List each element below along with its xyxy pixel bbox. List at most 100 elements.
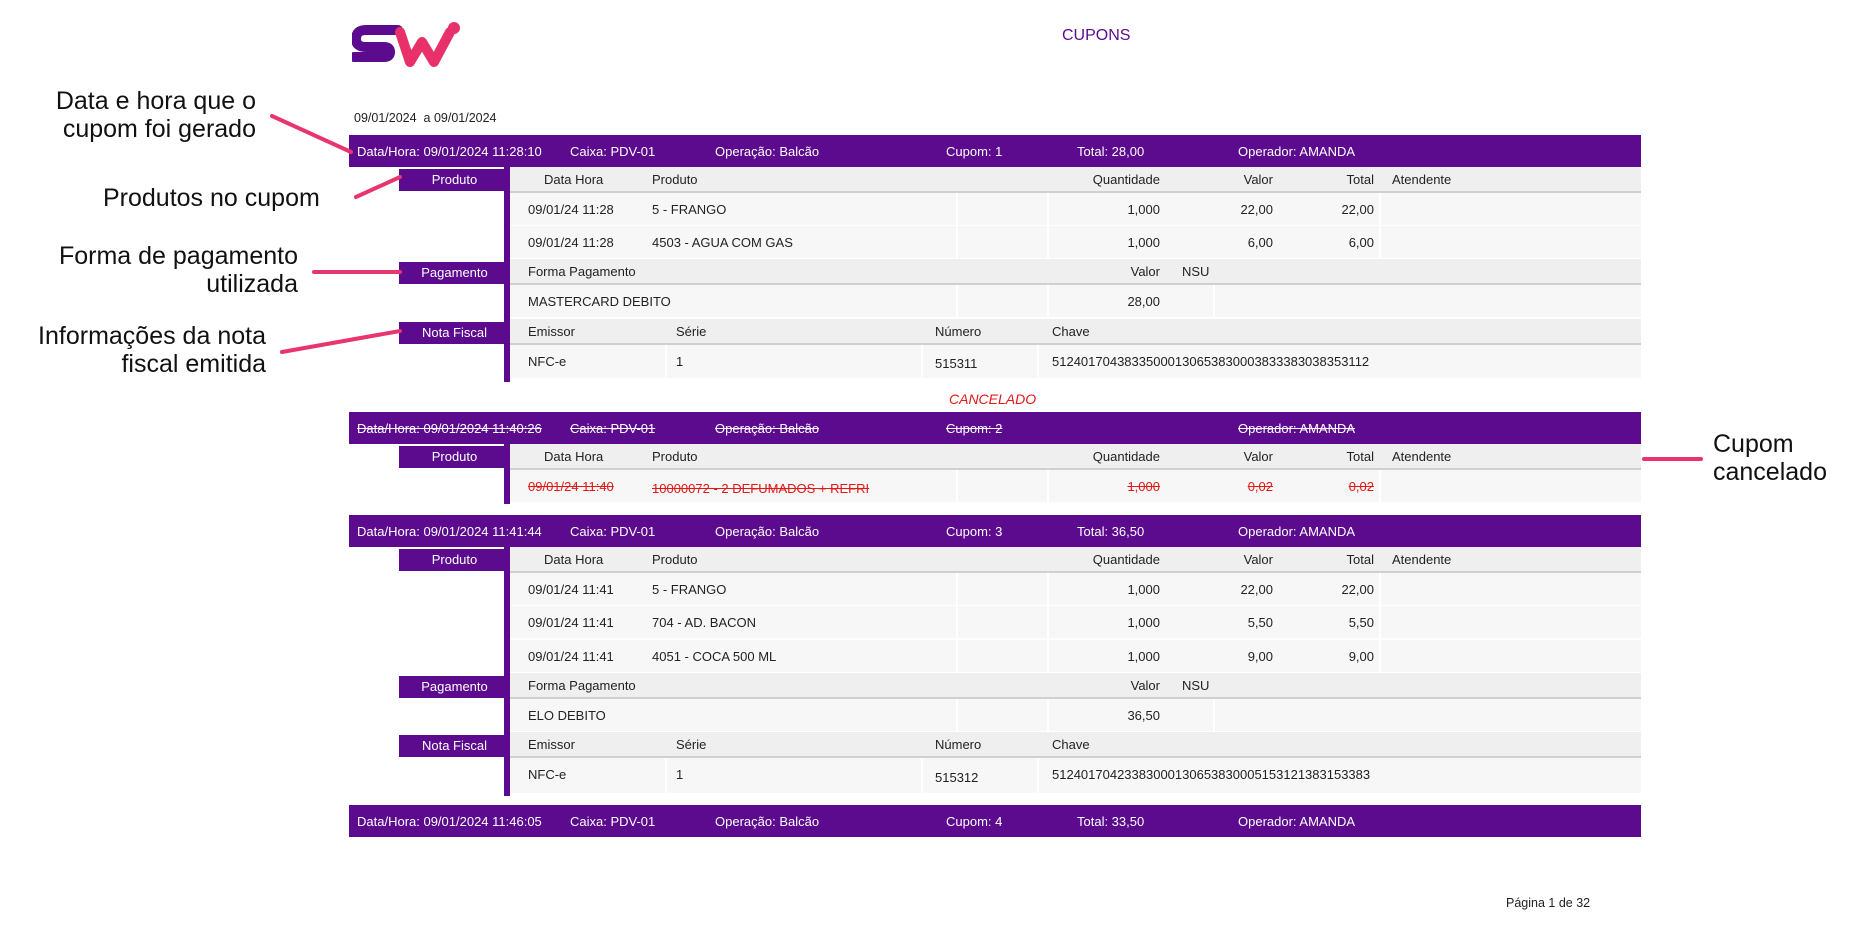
column-divider xyxy=(1379,640,1381,672)
bar-caixa: Caixa: PDV-01 xyxy=(570,524,656,539)
table-row: 09/01/24 11:41 5 - FRANGO 1,000 22,00 22… xyxy=(510,573,1641,606)
col-serie: Série xyxy=(676,324,707,339)
cell-valor: 22,00 xyxy=(1240,582,1273,597)
column-divider xyxy=(665,758,667,793)
table-row: 09/01/24 11:28 5 - FRANGO 1,000 22,00 22… xyxy=(510,193,1641,226)
col-chave: Chave xyxy=(1052,737,1090,752)
table-row: NFC-e 1 515312 5124017042338300013065383… xyxy=(510,758,1641,794)
nota-header: Emissor Série Número Chave xyxy=(510,732,1641,758)
section-label-nota-fiscal: Nota Fiscal xyxy=(399,322,510,344)
date-separator: a xyxy=(423,111,431,125)
cupom-header-bar-cancelado: Data/Hora: 09/01/2024 11:40:26 Caixa: PD… xyxy=(349,412,1641,444)
col-numero: Número xyxy=(935,324,982,339)
column-divider xyxy=(1047,226,1049,258)
date-range: 09/01/2024 a 09/01/2024 xyxy=(354,111,497,125)
report-title: CUPONS xyxy=(1062,27,1131,44)
col-forma-pagamento: Forma Pagamento xyxy=(528,264,636,279)
col-quantidade: Quantidade xyxy=(1092,552,1160,567)
column-divider xyxy=(665,345,667,378)
cell-total: 22,00 xyxy=(1341,202,1374,217)
cell-forma-pagamento: MASTERCARD DEBITO xyxy=(528,294,671,309)
column-divider xyxy=(1379,606,1381,638)
column-divider xyxy=(1047,285,1049,317)
cell-valor: 6,00 xyxy=(1247,235,1273,250)
col-produto: Produto xyxy=(652,449,698,464)
col-valor: Valor xyxy=(1243,172,1273,187)
col-total: Total xyxy=(1346,172,1374,187)
bar-operacao: Operação: Balcão xyxy=(715,144,820,159)
bar-total: Total: 28,00 xyxy=(1077,144,1145,159)
column-divider xyxy=(1047,606,1049,638)
column-divider xyxy=(1037,758,1039,793)
bar-operacao: Operação: Balcão xyxy=(715,421,820,436)
column-divider xyxy=(1047,470,1049,502)
cell-valor: 5,50 xyxy=(1247,615,1273,630)
bar-total: Total: 33,50 xyxy=(1077,814,1145,829)
cell-total: 0,02 xyxy=(1348,479,1374,494)
col-produto: Produto xyxy=(652,552,698,567)
annotation-pagamento: Forma de pagamento utilizada xyxy=(58,242,298,298)
section-label-nota-fiscal: Nota Fiscal xyxy=(399,735,510,757)
bar-datetime: Data/Hora: 09/01/2024 11:46:05 xyxy=(357,814,542,829)
col-valor: Valor xyxy=(1243,552,1273,567)
cell-valor: 9,00 xyxy=(1247,649,1273,664)
bar-operador: Operador: AMANDA xyxy=(1238,144,1356,159)
pointer-line xyxy=(270,114,353,154)
bar-cupom: Cupom: 2 xyxy=(946,421,1003,436)
cell-valor: 36,50 xyxy=(1127,708,1160,723)
pagamento-header: Forma Pagamento Valor NSU xyxy=(510,259,1641,285)
page-number: Página 1 de 32 xyxy=(1506,896,1591,910)
col-quantidade: Quantidade xyxy=(1092,172,1160,187)
section-label-produto: Produto xyxy=(399,549,510,571)
annotation-cancelado: Cupom cancelado xyxy=(1713,430,1827,486)
bar-caixa: Caixa: PDV-01 xyxy=(570,144,656,159)
section-label-pagamento: Pagamento xyxy=(399,262,510,284)
bar-cupom: Cupom: 3 xyxy=(946,524,1003,539)
cell-total: 5,50 xyxy=(1348,615,1374,630)
col-total: Total xyxy=(1346,552,1374,567)
produtos-header: Data Hora Produto Quantidade Valor Total… xyxy=(510,444,1641,470)
column-divider xyxy=(1379,193,1381,225)
bar-cupom: Cupom: 4 xyxy=(946,814,1003,829)
section-label-pagamento: Pagamento xyxy=(399,676,510,698)
cell-data-hora: 09/01/24 11:28 xyxy=(528,202,614,217)
col-data-hora: Data Hora xyxy=(544,449,604,464)
col-atendente: Atendente xyxy=(1392,449,1452,464)
col-serie: Série xyxy=(676,737,707,752)
col-emissor: Emissor xyxy=(528,737,575,752)
bar-caixa: Caixa: PDV-01 xyxy=(570,814,656,829)
column-divider xyxy=(1379,226,1381,258)
pagamento-header: Forma Pagamento Valor NSU xyxy=(510,673,1641,699)
nota-header: Emissor Série Número Chave xyxy=(510,319,1641,345)
cupom-header-bar: Data/Hora: 09/01/2024 11:28:10 Caixa: PD… xyxy=(349,135,1641,167)
col-atendente: Atendente xyxy=(1392,552,1452,567)
bar-operador: Operador: AMANDA xyxy=(1238,814,1356,829)
date-to: 09/01/2024 xyxy=(433,111,497,125)
cell-data-hora: 09/01/24 11:41 xyxy=(528,615,614,630)
column-divider xyxy=(921,758,923,793)
cell-valor: 0,02 xyxy=(1247,479,1273,494)
cell-quantidade: 1,000 xyxy=(1127,235,1160,250)
cupom-header-bar: Data/Hora: 09/01/2024 11:46:05 Caixa: PD… xyxy=(349,805,1641,837)
cell-data-hora: 09/01/24 11:41 xyxy=(528,649,614,664)
col-produto: Produto xyxy=(652,172,698,187)
table-row: MASTERCARD DEBITO 28,00 xyxy=(510,285,1641,318)
cell-serie: 1 xyxy=(676,354,684,369)
bar-total: Total: 36,50 xyxy=(1077,524,1145,539)
date-from: 09/01/2024 xyxy=(354,111,417,125)
table-row: 09/01/24 11:28 4503 - AGUA COM GAS 1,000… xyxy=(510,226,1641,259)
col-valor: Valor xyxy=(1130,678,1160,693)
col-numero: Número xyxy=(935,737,982,752)
cell-quantidade: 1,000 xyxy=(1127,582,1160,597)
cell-chave: 5124017043833500013065383000383338303835… xyxy=(1052,354,1370,369)
column-divider xyxy=(1213,285,1215,317)
col-quantidade: Quantidade xyxy=(1092,449,1160,464)
cell-data-hora: 09/01/24 11:28 xyxy=(528,235,614,250)
cell-valor: 22,00 xyxy=(1240,202,1273,217)
cell-serie: 1 xyxy=(676,767,684,782)
section-label-produto: Produto xyxy=(399,446,510,468)
cell-data-hora: 09/01/24 11:40 xyxy=(528,479,614,494)
cell-produto: 10000072 - 2 DEFUMADOS + REFRI xyxy=(652,481,870,496)
cupom-header-bar: Data/Hora: 09/01/2024 11:41:44 Caixa: PD… xyxy=(349,515,1641,547)
table-row: NFC-e 1 515311 5124017043833500013065383… xyxy=(510,345,1641,379)
